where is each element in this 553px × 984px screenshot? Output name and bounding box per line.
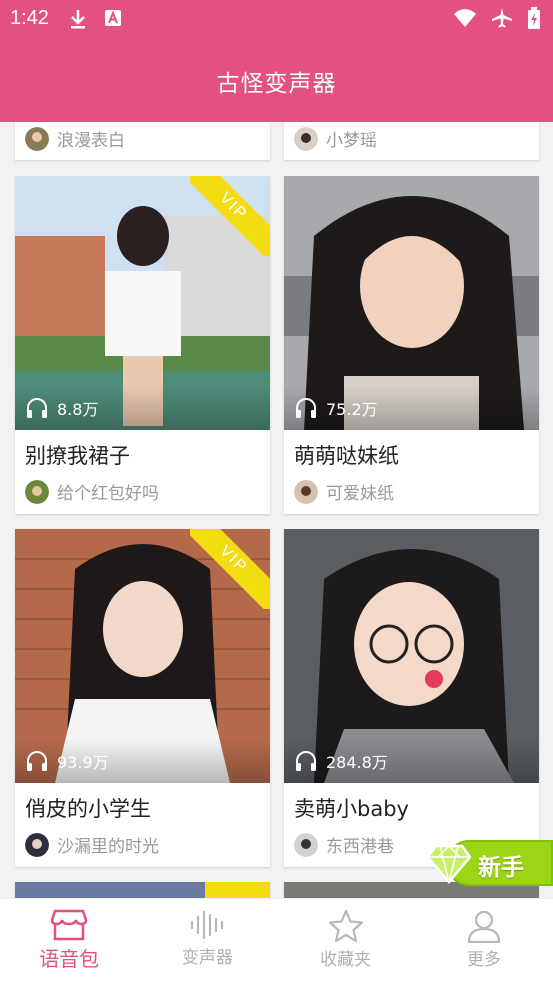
voice-pack-feed[interactable]: 浪漫表白 小梦瑶 VIP 8.8万 别撩我裙子 给个红包好吗 75.2万 萌萌哒… bbox=[0, 0, 553, 898]
nav-label: 更多 bbox=[466, 950, 501, 970]
headphones-icon bbox=[27, 398, 47, 418]
nav-label: 变声器 bbox=[181, 948, 233, 968]
page-title: 古怪变声器 bbox=[216, 71, 337, 97]
newbie-badge-label: 新手 bbox=[478, 855, 524, 881]
play-count-value: 93.9万 bbox=[57, 753, 109, 772]
card-author-name: 东西港巷 bbox=[326, 837, 394, 857]
diamond-icon bbox=[426, 844, 472, 884]
store-icon bbox=[50, 909, 88, 941]
author-avatar bbox=[294, 832, 318, 857]
card-title: 萌萌哒妹纸 bbox=[294, 444, 399, 468]
waveform-icon bbox=[191, 910, 224, 940]
author-avatar bbox=[25, 479, 49, 504]
voice-pack-card[interactable]: VIP 8.8万 别撩我裙子 给个红包好吗 bbox=[15, 176, 270, 514]
status-bar: 1:42 bbox=[0, 0, 553, 38]
airplane-icon bbox=[492, 8, 512, 28]
author-avatar bbox=[25, 832, 49, 857]
card-author-name: 沙漏里的时光 bbox=[57, 837, 159, 857]
card-author: 给个红包好吗 bbox=[25, 479, 159, 504]
headphones-icon bbox=[296, 398, 316, 418]
battery-icon bbox=[528, 7, 540, 29]
card-author: 小梦瑶 bbox=[294, 126, 377, 151]
newbie-badge-button[interactable]: 新手 bbox=[426, 840, 553, 886]
vip-ribbon: VIP bbox=[190, 529, 270, 609]
bottom-navigation: 语音包 变声器 收藏夹 更多 bbox=[0, 898, 553, 984]
card-author: 东西港巷 bbox=[294, 832, 394, 857]
card-title: 卖萌小baby bbox=[294, 797, 409, 821]
download-icon bbox=[71, 10, 85, 29]
play-count-value: 75.2万 bbox=[326, 400, 378, 419]
card-cover-image: VIP 93.9万 bbox=[15, 529, 270, 783]
card-cover-image: VIP 8.8万 bbox=[15, 176, 270, 430]
play-count: 75.2万 bbox=[284, 386, 539, 430]
nav-label: 收藏夹 bbox=[320, 950, 372, 970]
play-count-value: 284.8万 bbox=[326, 753, 388, 772]
nav-voice-changer[interactable]: 变声器 bbox=[138, 899, 276, 984]
card-author-name: 可爱妹纸 bbox=[326, 484, 394, 504]
play-count: 93.9万 bbox=[15, 739, 270, 783]
play-count: 8.8万 bbox=[15, 386, 270, 430]
vip-ribbon: VIP bbox=[190, 176, 270, 256]
nav-voice-packs[interactable]: 语音包 bbox=[0, 899, 138, 984]
play-count: 284.8万 bbox=[284, 739, 539, 783]
nav-favorites[interactable]: 收藏夹 bbox=[277, 899, 415, 984]
play-count-value: 8.8万 bbox=[57, 400, 99, 419]
card-cover-image bbox=[15, 882, 270, 898]
card-author: 沙漏里的时光 bbox=[25, 832, 159, 857]
card-title: 别撩我裙子 bbox=[25, 444, 130, 468]
headphones-icon bbox=[296, 751, 316, 771]
status-time: 1:42 bbox=[10, 7, 49, 29]
user-icon bbox=[467, 910, 500, 943]
author-avatar bbox=[25, 126, 49, 151]
headphones-icon bbox=[27, 751, 47, 771]
card-cover-image: 75.2万 bbox=[284, 176, 539, 430]
card-author: 浪漫表白 bbox=[25, 126, 125, 151]
voice-pack-card[interactable]: 75.2万 萌萌哒妹纸 可爱妹纸 bbox=[284, 176, 539, 514]
card-title: 俏皮的小学生 bbox=[25, 797, 151, 821]
voice-pack-card[interactable]: 284.8万 卖萌小baby 东西港巷 bbox=[284, 529, 539, 867]
text-app-icon bbox=[105, 10, 121, 26]
author-avatar bbox=[294, 126, 318, 151]
card-author-name: 给个红包好吗 bbox=[57, 484, 159, 504]
author-avatar bbox=[294, 479, 318, 504]
wifi-icon bbox=[454, 9, 476, 27]
voice-pack-card-partial[interactable] bbox=[15, 882, 270, 898]
nav-label: 语音包 bbox=[39, 947, 100, 971]
voice-pack-card[interactable]: VIP 93.9万 俏皮的小学生 沙漏里的时光 bbox=[15, 529, 270, 867]
card-author: 可爱妹纸 bbox=[294, 479, 394, 504]
card-cover-image: 284.8万 bbox=[284, 529, 539, 783]
app-header: 1:42 古怪变声器 bbox=[0, 0, 553, 122]
card-author-name: 小梦瑶 bbox=[326, 131, 377, 151]
card-author-name: 浪漫表白 bbox=[57, 131, 125, 151]
nav-more[interactable]: 更多 bbox=[415, 899, 553, 984]
star-icon bbox=[328, 909, 363, 943]
